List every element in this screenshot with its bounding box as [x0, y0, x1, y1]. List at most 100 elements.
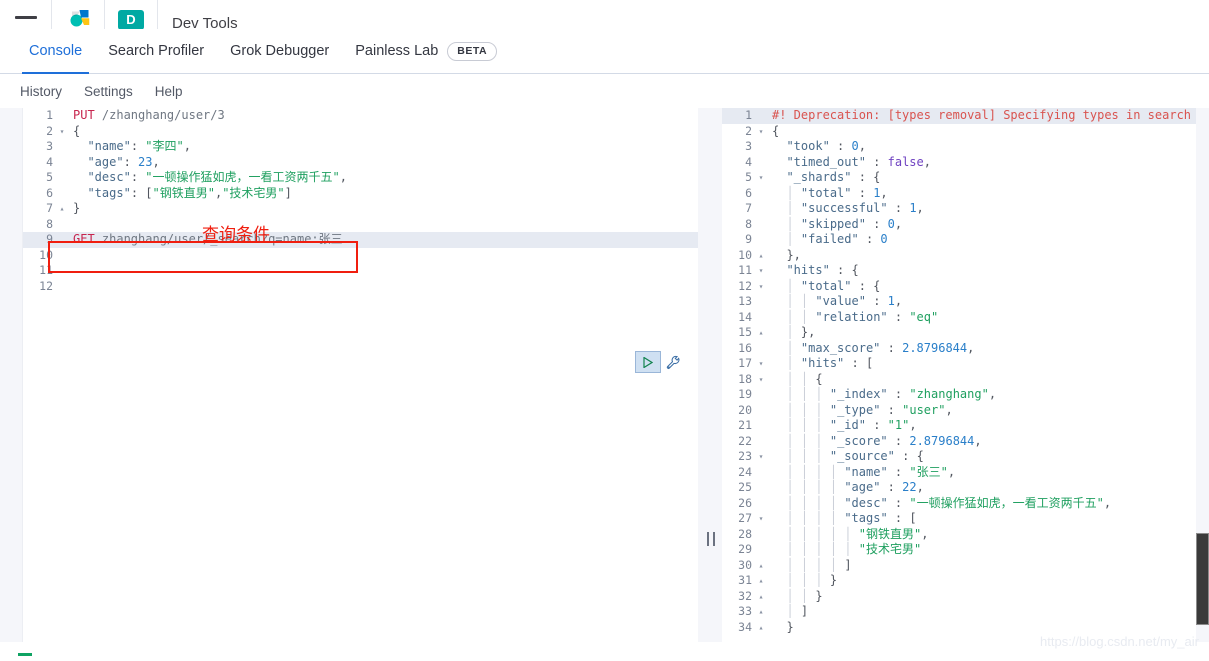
code-line[interactable]: 17 ▾ │ "hits" : [ — [722, 356, 1209, 372]
fold-toggle-icon[interactable]: ▴ — [756, 573, 766, 589]
code-line[interactable]: 12 — [23, 279, 698, 295]
code-line[interactable]: 27 ▾ │ │ │ │ "tags" : [ — [722, 511, 1209, 527]
code-line[interactable]: 7 │ "successful" : 1, — [722, 201, 1209, 217]
code-line[interactable]: 1 #! Deprecation: [types removal] Specify… — [722, 108, 1209, 124]
line-number: 8 — [745, 216, 752, 231]
code-line[interactable]: 29 │ │ │ │ │ "技术宅男" — [722, 542, 1209, 558]
elastic-logo-button[interactable] — [52, 0, 105, 29]
page-scrollbar-thumb[interactable] — [1196, 533, 1209, 625]
devtools-app-button[interactable]: D — [105, 0, 158, 30]
request-code[interactable]: 1 PUT /zhanghang/user/3 2 ▾ {3 "name": "李四",… — [23, 108, 698, 294]
subnav-item-history[interactable]: History — [20, 84, 62, 99]
code-line-text: "desc": "一顿操作猛如虎，一看工资两千五", — [87, 170, 347, 184]
request-options-button[interactable] — [663, 352, 683, 372]
line-number: 3 — [46, 139, 53, 153]
line-number: 6 — [46, 185, 53, 200]
code-line[interactable]: 34 ▴ } — [722, 620, 1209, 636]
response-code: 1 #! Deprecation: [types removal] Specify… — [722, 108, 1209, 635]
code-line[interactable]: 26 │ │ │ │ "desc" : "一顿操作猛如虎，一看工资两千五", — [722, 496, 1209, 512]
fold-toggle-icon[interactable]: ▾ — [756, 279, 766, 295]
tab-console[interactable]: Console — [16, 29, 95, 74]
hamburger-menu-button[interactable] — [0, 0, 52, 29]
fold-toggle-icon[interactable]: ▾ — [756, 263, 766, 279]
code-line[interactable]: 3 "name": "李四", — [23, 139, 698, 155]
code-line[interactable]: 33 ▴ │ ] — [722, 604, 1209, 620]
fold-toggle-icon[interactable]: ▾ — [756, 356, 766, 372]
code-line[interactable]: 15 ▴ │ }, — [722, 325, 1209, 341]
fold-toggle-icon[interactable]: ▾ — [756, 124, 766, 140]
tab-painless-lab[interactable]: Painless Lab BETA — [342, 29, 510, 74]
subnav-item-help[interactable]: Help — [155, 84, 183, 99]
code-line[interactable]: 12 ▾ │ "total" : { — [722, 279, 1209, 295]
top-chrome-bar: D Dev Tools — [0, 0, 1209, 32]
code-line-text: │ "skipped" : 0, — [786, 216, 903, 231]
code-line[interactable]: 4 "timed_out" : false, — [722, 155, 1209, 171]
code-line-text: │ }, — [786, 325, 816, 339]
code-line[interactable]: 8 — [23, 217, 698, 233]
code-line[interactable]: 1 PUT /zhanghang/user/3 — [23, 108, 698, 124]
code-line[interactable]: 4 "age": 23, — [23, 155, 698, 171]
code-line[interactable]: 23 ▾ │ │ │ "_source" : { — [722, 449, 1209, 465]
code-line[interactable]: 20 │ │ │ "_type" : "user", — [722, 403, 1209, 419]
code-line[interactable]: 5 "desc": "一顿操作猛如虎，一看工资两千五", — [23, 170, 698, 186]
line-number: 16 — [738, 340, 752, 355]
code-line[interactable]: 9 │ "failed" : 0 — [722, 232, 1209, 248]
code-line[interactable]: 14 │ │ "relation" : "eq" — [722, 310, 1209, 326]
request-editor-panel[interactable]: 1 PUT /zhanghang/user/3 2 ▾ {3 "name": "李四",… — [22, 108, 698, 642]
code-line[interactable]: 21 │ │ │ "_id" : "1", — [722, 418, 1209, 434]
code-line[interactable]: 31 ▴ │ │ │ } — [722, 573, 1209, 589]
code-line[interactable]: 6 "tags": ["钢铁直男","技术宅男"] — [23, 186, 698, 202]
fold-toggle-icon[interactable]: ▴ — [57, 201, 67, 217]
run-request-button[interactable] — [635, 351, 661, 373]
code-line[interactable]: 2 ▾ { — [722, 124, 1209, 140]
fold-toggle-icon[interactable]: ▴ — [756, 589, 766, 605]
fold-toggle-icon[interactable]: ▾ — [756, 372, 766, 388]
line-number: 8 — [46, 216, 53, 231]
code-line[interactable]: 8 │ "skipped" : 0, — [722, 217, 1209, 233]
code-line[interactable]: 11 — [23, 263, 698, 279]
code-line[interactable]: 18 ▾ │ │ { — [722, 372, 1209, 388]
code-line[interactable]: 22 │ │ │ "_score" : 2.8796844, — [722, 434, 1209, 450]
fold-toggle-icon[interactable]: ▾ — [756, 449, 766, 465]
code-line[interactable]: 24 │ │ │ │ "name" : "张三", — [722, 465, 1209, 481]
code-line-text: "took" : 0, — [786, 139, 866, 153]
fold-toggle-icon[interactable]: ▴ — [756, 558, 766, 574]
code-line-text: │ "hits" : [ — [786, 356, 874, 370]
tab-search-profiler[interactable]: Search Profiler — [95, 29, 217, 74]
code-line[interactable]: 13 │ │ "value" : 1, — [722, 294, 1209, 310]
bottom-strip — [0, 642, 1209, 661]
code-line[interactable]: 30 ▴ │ │ │ │ ] — [722, 558, 1209, 574]
code-line[interactable]: 6 │ "total" : 1, — [722, 186, 1209, 202]
subnav-item-settings[interactable]: Settings — [84, 84, 133, 99]
line-number: 10 — [738, 247, 752, 262]
fold-toggle-icon[interactable]: ▴ — [756, 248, 766, 264]
code-line-text: │ │ │ │ "desc" : "一顿操作猛如虎，一看工资两千五", — [786, 495, 1112, 510]
code-line[interactable]: 7 ▴} — [23, 201, 698, 217]
fold-toggle-icon[interactable]: ▴ — [756, 604, 766, 620]
response-editor-panel[interactable]: 1 #! Deprecation: [types removal] Specify… — [722, 108, 1209, 642]
code-line[interactable]: 2 ▾ { — [23, 124, 698, 140]
code-line[interactable]: 3 "took" : 0, — [722, 139, 1209, 155]
code-line[interactable]: 32 ▴ │ │ } — [722, 589, 1209, 605]
line-number: 29 — [738, 542, 752, 556]
code-line[interactable]: 25 │ │ │ │ "age" : 22, — [722, 480, 1209, 496]
code-line[interactable]: 9 GET zhanghang/user/_search?q=name:张三 — [23, 232, 698, 248]
code-line[interactable]: 11 ▾ "hits" : { — [722, 263, 1209, 279]
code-line[interactable]: 5 ▾ "_shards" : { — [722, 170, 1209, 186]
fold-toggle-icon[interactable]: ▾ — [756, 170, 766, 186]
code-line[interactable]: 28 │ │ │ │ │ "钢铁直男", — [722, 527, 1209, 543]
line-number: 5 — [46, 170, 53, 184]
fold-toggle-icon[interactable]: ▾ — [756, 511, 766, 527]
code-line[interactable]: 19 │ │ │ "_index" : "zhanghang", — [722, 387, 1209, 403]
fold-toggle-icon[interactable]: ▴ — [756, 620, 766, 636]
code-line[interactable]: 10 — [23, 248, 698, 264]
code-line[interactable]: 16 │ "max_score" : 2.8796844, — [722, 341, 1209, 357]
fold-toggle-icon[interactable]: ▴ — [756, 325, 766, 341]
fold-toggle-icon[interactable]: ▾ — [57, 124, 67, 140]
panel-splitter-handle[interactable] — [707, 532, 715, 546]
tab-grok-debugger[interactable]: Grok Debugger — [217, 29, 342, 74]
line-number: 18 — [738, 371, 752, 386]
drag-handle-icon — [713, 532, 715, 546]
code-line[interactable]: 10 ▴ }, — [722, 248, 1209, 264]
line-number: 1 — [46, 108, 53, 122]
